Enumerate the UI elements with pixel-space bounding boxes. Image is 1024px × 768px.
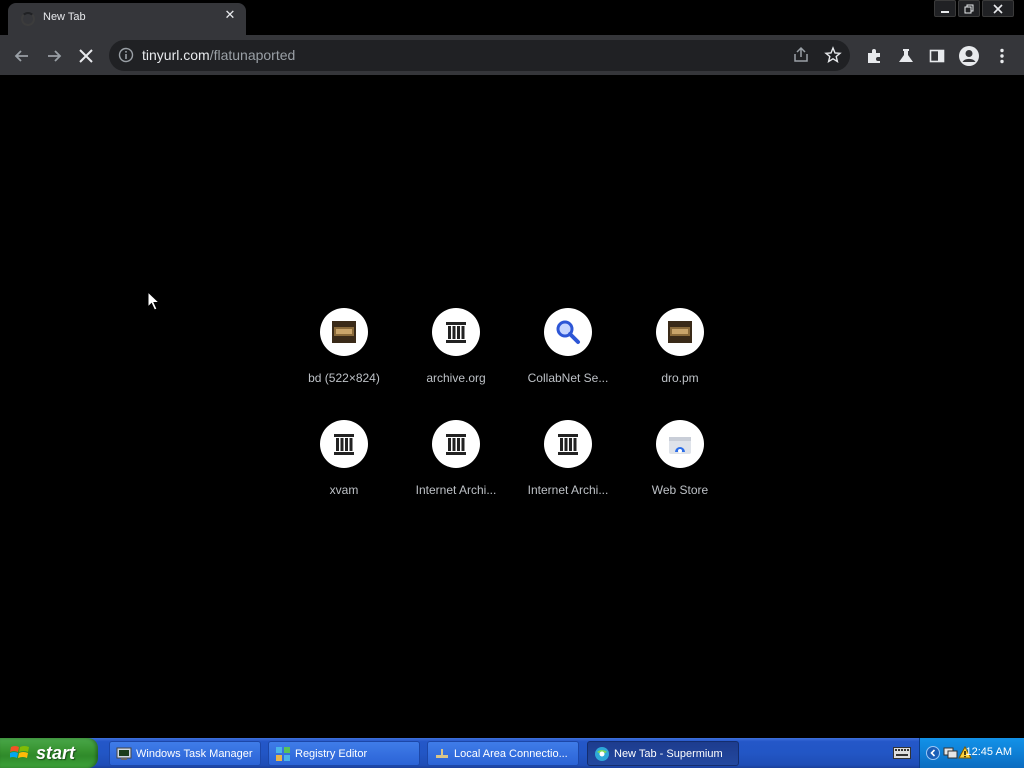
network-status-icon[interactable] (943, 745, 959, 761)
side-panel-button[interactable] (924, 43, 950, 69)
task-manager-icon (116, 746, 132, 762)
task-new-tab-supermium[interactable]: New Tab - Supermium (587, 741, 739, 766)
extensions-button[interactable] (861, 43, 887, 69)
shortcut-label: CollabNet Se... (527, 371, 609, 385)
url-host: tinyurl.com (142, 47, 210, 63)
tray-expand-icon[interactable] (926, 746, 940, 760)
start-label: start (36, 742, 76, 763)
shortcut-tile[interactable]: CollabNet Se... (512, 303, 624, 415)
puzzle-icon (868, 49, 880, 63)
clock: 12:45 AM (965, 746, 1012, 758)
tab-new-tab[interactable]: New Tab ✕ (8, 3, 246, 35)
shortcut-tile[interactable]: xvam (288, 415, 400, 527)
shortcut-label: Internet Archi... (415, 483, 497, 497)
shortcut-label: archive.org (426, 371, 486, 385)
archive-building-icon (432, 420, 480, 468)
back-button[interactable] (9, 43, 35, 69)
web-store-icon (656, 420, 704, 468)
close-icon (993, 3, 1003, 14)
task-local-area-connection[interactable]: Local Area Connectio... (427, 741, 579, 766)
close-window-button[interactable] (982, 0, 1014, 17)
tab-title: New Tab (43, 11, 86, 23)
shortcut-tiles: bd (522×824) archive.org CollabNet Se...… (288, 303, 736, 527)
forward-button[interactable] (41, 43, 67, 69)
new-tab-page: bd (522×824) archive.org CollabNet Se...… (0, 77, 1024, 738)
forward-arrow-icon (48, 50, 62, 62)
url-text[interactable]: tinyurl.com/flatunaported (142, 47, 295, 63)
shortcut-label: bd (522×824) (308, 371, 380, 385)
browser-icon (594, 746, 610, 762)
network-icon (434, 746, 450, 762)
share-icon[interactable] (792, 46, 810, 64)
thumbnail-icon (656, 308, 704, 356)
system-tray: 12:45 AM (919, 738, 1024, 768)
start-button[interactable]: start (0, 738, 98, 768)
tab-close-icon[interactable]: ✕ (222, 8, 238, 24)
minimize-button[interactable] (934, 0, 956, 17)
archive-building-icon (432, 308, 480, 356)
bookmark-star-icon[interactable] (824, 46, 842, 64)
browser-toolbar: tinyurl.com/flatunaported (0, 35, 1024, 76)
flask-icon (899, 49, 913, 62)
avatar-icon (959, 46, 979, 66)
restore-button[interactable] (958, 0, 980, 17)
task-label: Windows Task Manager (136, 747, 253, 760)
url-path: /flatunaported (209, 47, 296, 63)
shortcut-label: dro.pm (661, 371, 699, 385)
task-windows-task-manager[interactable]: Windows Task Manager (109, 741, 261, 766)
taskbar: start Windows Task Manager Registry Edit… (0, 738, 1024, 768)
side-panel-icon (929, 49, 945, 63)
labs-button[interactable] (893, 43, 919, 69)
keyboard-icon[interactable] (893, 747, 911, 759)
shortcut-tile[interactable]: archive.org (400, 303, 512, 415)
profile-button[interactable] (956, 43, 982, 69)
shortcut-label: xvam (329, 483, 359, 497)
shortcut-label: Internet Archi... (527, 483, 609, 497)
task-registry-editor[interactable]: Registry Editor (268, 741, 420, 766)
task-label: New Tab - Supermium (614, 747, 723, 760)
loading-spinner-icon (21, 12, 35, 26)
shortcut-tile[interactable]: Web Store (624, 415, 736, 527)
restore-icon (964, 4, 974, 13)
kebab-menu-icon (1000, 48, 1004, 64)
shortcut-tile[interactable]: Internet Archi... (512, 415, 624, 527)
task-label: Local Area Connectio... (454, 747, 568, 760)
minimize-icon (941, 10, 949, 13)
back-arrow-icon (14, 50, 28, 62)
task-label: Registry Editor (295, 747, 368, 760)
menu-button[interactable] (989, 43, 1015, 69)
stop-icon (79, 49, 93, 63)
archive-building-icon (544, 420, 592, 468)
site-info-icon[interactable] (118, 47, 134, 63)
shortcut-label: Web Store (651, 483, 709, 497)
thumbnail-icon (320, 308, 368, 356)
window-controls (934, 0, 1014, 18)
search-icon (544, 308, 592, 356)
shortcut-tile[interactable]: bd (522×824) (288, 303, 400, 415)
address-bar[interactable]: tinyurl.com/flatunaported (109, 40, 850, 71)
windows-logo-icon (10, 746, 29, 758)
browser-titlebar: New Tab ✕ (0, 0, 1024, 35)
archive-building-icon (320, 420, 368, 468)
shortcut-tile[interactable]: Internet Archi... (400, 415, 512, 527)
stop-loading-button[interactable] (73, 43, 99, 69)
mouse-pointer-icon (147, 291, 161, 311)
shortcut-tile[interactable]: dro.pm (624, 303, 736, 415)
registry-editor-icon (275, 746, 291, 762)
